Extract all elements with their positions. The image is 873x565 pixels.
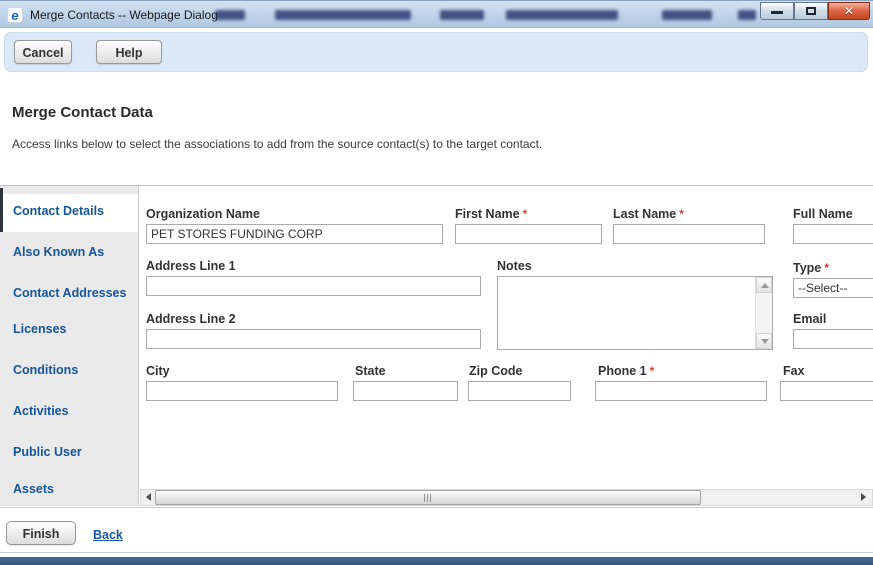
triangle-up-icon <box>761 283 769 288</box>
sidebar-item-activities[interactable]: Activities <box>0 404 138 424</box>
notes-label: Notes <box>497 259 532 273</box>
label-text: Notes <box>497 259 532 273</box>
first-name-label: First Name* <box>455 207 527 221</box>
sidebar-item-also-known-as[interactable]: Also Known As <box>0 245 138 265</box>
label-text: Type <box>793 261 821 275</box>
label-text: Organization Name <box>146 207 260 221</box>
sidebar-item-assets[interactable]: Assets <box>0 482 138 502</box>
scroll-up-arrow[interactable] <box>756 277 772 293</box>
minimize-button[interactable] <box>760 2 794 20</box>
internet-explorer-icon: e <box>7 7 23 23</box>
scroll-down-arrow[interactable] <box>756 333 772 349</box>
organization-name-label: Organization Name <box>146 207 260 221</box>
zip-code-label: Zip Code <box>469 364 522 378</box>
sidebar-item-conditions[interactable]: Conditions <box>0 363 138 383</box>
redacted-background-link <box>215 10 245 20</box>
label-text: Last Name <box>613 207 676 221</box>
maximize-button[interactable] <box>794 2 828 20</box>
full-name-label: Full Name <box>793 207 853 221</box>
triangle-down-icon <box>761 339 769 344</box>
full-name-input[interactable] <box>793 224 873 244</box>
organization-name-input[interactable] <box>146 224 443 244</box>
window-title: Merge Contacts -- Webpage Dialog <box>30 8 218 22</box>
page-description: Access links below to select the associa… <box>12 137 542 151</box>
address-line-1-input[interactable] <box>146 276 481 296</box>
redacted-background-link <box>662 10 712 20</box>
merge-contacts-dialog: e Merge Contacts -- Webpage Dialog ✕ Can… <box>0 0 873 565</box>
close-button[interactable]: ✕ <box>828 2 870 20</box>
required-asterisk: * <box>650 364 655 378</box>
page-title: Merge Contact Data <box>12 104 153 121</box>
dialog-bottom-frame <box>0 557 873 565</box>
sidebar-item-contact-addresses[interactable]: Contact Addresses <box>0 286 138 306</box>
window-controls: ✕ <box>760 2 870 20</box>
label-text: Address Line 1 <box>146 259 236 273</box>
city-input[interactable] <box>146 381 338 401</box>
label-text: Zip Code <box>469 364 522 378</box>
label-text: Full Name <box>793 207 853 221</box>
label-text: Email <box>793 312 826 326</box>
required-asterisk: * <box>824 261 829 275</box>
state-input[interactable] <box>353 381 458 401</box>
window-edge-artifact <box>0 188 3 232</box>
redacted-background-link <box>506 10 618 20</box>
notes-vertical-scrollbar[interactable] <box>755 277 772 349</box>
sidebar-nav: Contact Details Also Known As Contact Ad… <box>0 186 138 506</box>
city-label: City <box>146 364 170 378</box>
notes-textarea[interactable] <box>497 276 773 350</box>
fax-input[interactable] <box>780 381 873 401</box>
finish-button[interactable]: Finish <box>6 521 76 545</box>
label-text: City <box>146 364 170 378</box>
sidebar-item-licenses[interactable]: Licenses <box>0 322 138 342</box>
address-line-2-input[interactable] <box>146 329 481 349</box>
cancel-button[interactable]: Cancel <box>14 40 72 64</box>
first-name-input[interactable] <box>455 224 602 244</box>
label-text: Fax <box>783 364 805 378</box>
help-button[interactable]: Help <box>96 40 162 64</box>
address-line-1-label: Address Line 1 <box>146 259 236 273</box>
minimize-icon <box>771 11 783 14</box>
sidebar-item-public-user[interactable]: Public User <box>0 445 138 465</box>
fax-label: Fax <box>783 364 805 378</box>
phone-1-label: Phone 1* <box>598 364 654 378</box>
back-link[interactable]: Back <box>93 528 123 542</box>
address-line-2-label: Address Line 2 <box>146 312 236 326</box>
email-input[interactable] <box>793 329 873 349</box>
label-text: First Name <box>455 207 520 221</box>
triangle-right-icon <box>861 493 866 501</box>
content-bottom-divider <box>0 507 873 508</box>
email-label: Email <box>793 312 826 326</box>
footer-divider <box>0 552 873 553</box>
type-label: Type* <box>793 261 829 275</box>
redacted-background-link <box>440 10 484 20</box>
maximize-icon <box>806 7 816 15</box>
state-label: State <box>355 364 386 378</box>
redacted-background-link <box>275 10 411 20</box>
label-text: Address Line 2 <box>146 312 236 326</box>
phone-1-input[interactable] <box>595 381 767 401</box>
triangle-left-icon <box>146 493 151 501</box>
scrollbar-thumb[interactable] <box>155 490 701 505</box>
last-name-input[interactable] <box>613 224 765 244</box>
scroll-right-arrow[interactable] <box>855 490 872 505</box>
form-horizontal-scrollbar[interactable] <box>140 489 873 506</box>
sidebar-divider <box>138 186 139 506</box>
redacted-background-link <box>738 10 756 20</box>
window-title-bar[interactable]: e Merge Contacts -- Webpage Dialog ✕ <box>0 0 873 28</box>
last-name-label: Last Name* <box>613 207 684 221</box>
required-asterisk: * <box>679 207 684 221</box>
required-asterisk: * <box>523 207 528 221</box>
sidebar-item-contact-details[interactable]: Contact Details <box>0 204 138 224</box>
label-text: Phone 1 <box>598 364 647 378</box>
close-icon: ✕ <box>829 4 869 18</box>
label-text: State <box>355 364 386 378</box>
type-select[interactable]: --Select-- <box>793 278 873 298</box>
zip-code-input[interactable] <box>468 381 571 401</box>
